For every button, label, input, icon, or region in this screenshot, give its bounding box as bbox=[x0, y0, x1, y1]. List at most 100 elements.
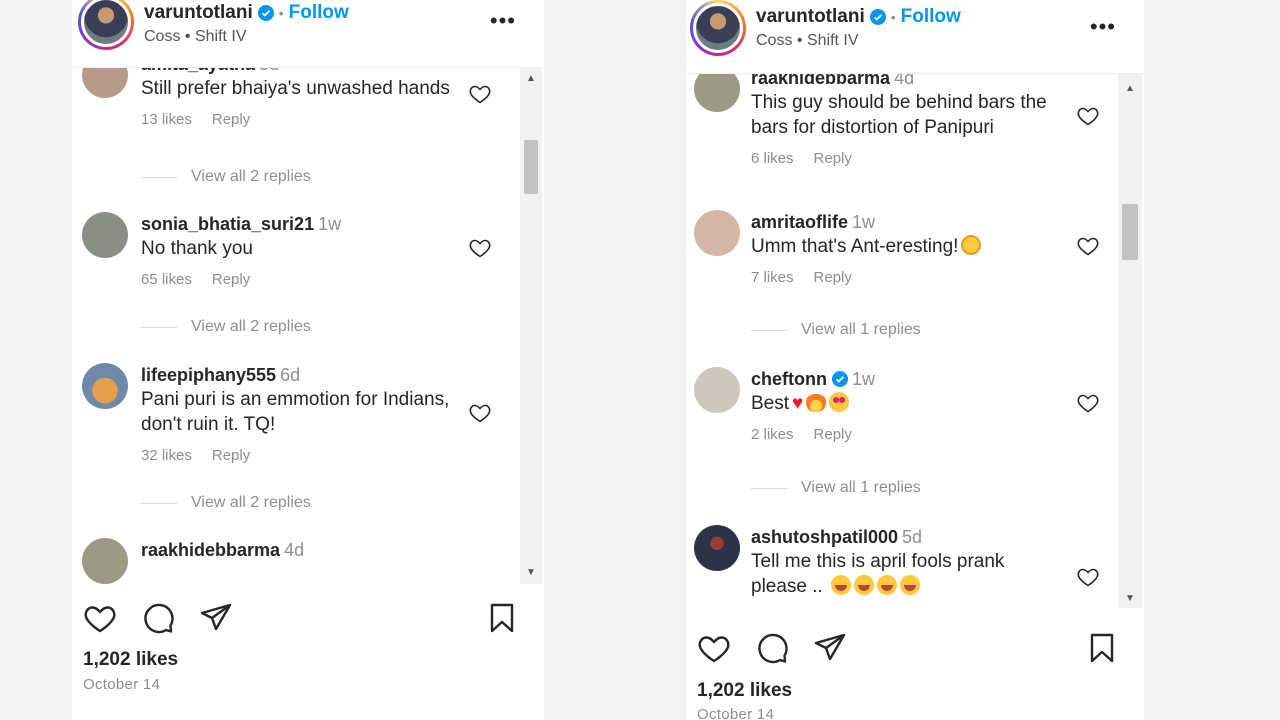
comment-time: 1w bbox=[318, 214, 342, 234]
comment-like-heart-icon[interactable] bbox=[468, 82, 492, 106]
reply-button[interactable]: Reply bbox=[814, 269, 852, 286]
comment-icon[interactable] bbox=[140, 600, 176, 636]
post-panel-left: varuntotlani • Follow Coss • Shift IV ••… bbox=[72, 0, 544, 720]
comment-likes[interactable]: 6 likes bbox=[751, 150, 794, 167]
comment-time: 4d bbox=[894, 74, 915, 88]
bookmark-icon[interactable] bbox=[486, 602, 518, 634]
scrollbar-thumb[interactable] bbox=[1122, 204, 1138, 260]
commenter-username[interactable]: lifeepiphany555 bbox=[141, 365, 276, 385]
commenter-username[interactable]: ashutoshpatil000 bbox=[751, 527, 898, 547]
comment-likes[interactable]: 13 likes bbox=[141, 111, 192, 128]
verified-badge-icon bbox=[869, 9, 886, 25]
comment-like-heart-icon[interactable] bbox=[1076, 104, 1100, 128]
laughing-emoji-icon bbox=[900, 575, 921, 595]
comment-time: 1w bbox=[852, 369, 876, 389]
comment-text: Umm that's Ant-eresting! bbox=[751, 236, 959, 257]
scroll-up-arrow[interactable]: ▲ bbox=[520, 72, 542, 86]
comment-like-heart-icon[interactable] bbox=[1076, 234, 1100, 258]
comment-icon[interactable] bbox=[754, 630, 790, 666]
view-replies-button[interactable]: View all 2 replies bbox=[141, 494, 311, 512]
share-icon[interactable] bbox=[198, 600, 234, 636]
post-likes-count[interactable]: 1,202 likes bbox=[697, 680, 792, 702]
post-date: October 14 bbox=[83, 676, 161, 693]
commenter-avatar[interactable] bbox=[82, 68, 128, 98]
comment-like-heart-icon[interactable] bbox=[468, 401, 492, 425]
author-username[interactable]: varuntotlani bbox=[144, 2, 253, 24]
commenter-username[interactable]: amritaoflife bbox=[751, 212, 848, 232]
heart-eyes-emoji-icon bbox=[829, 392, 850, 412]
comment-time: 1w bbox=[852, 212, 876, 232]
reply-button[interactable]: Reply bbox=[814, 150, 852, 167]
comments-scrollbar[interactable]: ▲ ▼ bbox=[520, 68, 542, 584]
reply-button[interactable]: Reply bbox=[814, 426, 852, 443]
commenter-username[interactable]: sonia_bhatia_suri21 bbox=[141, 214, 314, 234]
comment-likes[interactable]: 7 likes bbox=[751, 269, 794, 286]
comment-likes[interactable]: 2 likes bbox=[751, 426, 794, 443]
more-options-icon[interactable]: ••• bbox=[490, 8, 516, 34]
thinking-emoji-icon bbox=[961, 235, 982, 255]
comment-text: This guy should be behind bars the bars … bbox=[751, 92, 1047, 138]
view-replies-button[interactable]: View all 2 replies bbox=[141, 318, 311, 336]
red-heart-emoji-icon: ♥ bbox=[792, 393, 804, 414]
commenter-avatar[interactable] bbox=[694, 210, 740, 256]
post-date: October 14 bbox=[697, 706, 775, 720]
comment-likes[interactable]: 65 likes bbox=[141, 271, 192, 288]
audio-subtitle[interactable]: Coss • Shift IV bbox=[756, 32, 961, 50]
comments-scrollbar[interactable]: ▲ ▼ bbox=[1118, 74, 1142, 608]
fire-emoji-icon bbox=[806, 392, 827, 412]
more-options-icon[interactable]: ••• bbox=[1090, 14, 1116, 40]
comment-text: Still prefer bhaiya's unwashed hands bbox=[141, 78, 450, 99]
post-panel-right: varuntotlani • Follow Coss • Shift IV ••… bbox=[686, 0, 1144, 720]
comment-time: 6d bbox=[280, 365, 301, 385]
reply-button[interactable]: Reply bbox=[212, 111, 250, 128]
scroll-down-arrow[interactable]: ▼ bbox=[520, 566, 542, 580]
like-heart-icon[interactable] bbox=[82, 600, 118, 636]
follow-button[interactable]: Follow bbox=[289, 2, 349, 24]
comment-like-heart-icon[interactable] bbox=[1076, 565, 1100, 589]
author-avatar[interactable] bbox=[690, 0, 746, 56]
commenter-avatar[interactable] bbox=[694, 74, 740, 112]
commenter-avatar[interactable] bbox=[82, 363, 128, 409]
commenter-avatar[interactable] bbox=[82, 212, 128, 258]
post-actions bbox=[696, 630, 1118, 666]
scroll-up-arrow[interactable]: ▲ bbox=[1118, 82, 1142, 96]
comments-list[interactable]: amita_ayatha 5d Still prefer bhaiya's unw… bbox=[72, 68, 520, 584]
comment-likes[interactable]: 32 likes bbox=[141, 447, 192, 464]
scroll-down-arrow[interactable]: ▼ bbox=[1118, 592, 1142, 606]
verified-badge-icon bbox=[832, 371, 848, 387]
view-replies-button[interactable]: View all 1 replies bbox=[751, 321, 921, 339]
comments-list[interactable]: raakhidebbarma 4d This guy should be behi… bbox=[686, 74, 1118, 608]
post-header: varuntotlani • Follow Coss • Shift IV ••… bbox=[686, 0, 1144, 74]
laughing-emoji-icon bbox=[831, 575, 852, 595]
post-likes-count[interactable]: 1,202 likes bbox=[83, 649, 178, 671]
comment-time: 4d bbox=[284, 540, 305, 560]
author-avatar[interactable] bbox=[78, 0, 134, 50]
comment-time: 5d bbox=[259, 68, 279, 74]
post-actions bbox=[82, 600, 518, 636]
commenter-username[interactable]: raakhidebbarma bbox=[141, 540, 280, 560]
commenter-avatar[interactable] bbox=[694, 525, 740, 571]
laughing-emoji-icon bbox=[877, 575, 898, 595]
scrollbar-thumb[interactable] bbox=[524, 140, 538, 194]
comment-like-heart-icon[interactable] bbox=[468, 236, 492, 260]
share-icon[interactable] bbox=[812, 630, 848, 666]
reply-button[interactable]: Reply bbox=[212, 447, 250, 464]
comment-like-heart-icon[interactable] bbox=[1076, 391, 1100, 415]
commenter-avatar[interactable] bbox=[82, 538, 128, 584]
laughing-emoji-icon bbox=[854, 575, 875, 595]
audio-subtitle[interactable]: Coss • Shift IV bbox=[144, 28, 349, 46]
commenter-username[interactable]: amita_ayatha bbox=[141, 68, 255, 74]
comment-text: No thank you bbox=[141, 238, 253, 259]
commenter-username[interactable]: cheftonn bbox=[751, 369, 827, 389]
view-replies-button[interactable]: View all 2 replies bbox=[141, 168, 311, 186]
bookmark-icon[interactable] bbox=[1086, 632, 1118, 664]
like-heart-icon[interactable] bbox=[696, 630, 732, 666]
follow-button[interactable]: Follow bbox=[901, 6, 961, 28]
view-replies-button[interactable]: View all 1 replies bbox=[751, 479, 921, 497]
post-header: varuntotlani • Follow Coss • Shift IV ••… bbox=[72, 0, 544, 68]
verified-badge-icon bbox=[257, 5, 274, 21]
author-username[interactable]: varuntotlani bbox=[756, 6, 865, 28]
reply-button[interactable]: Reply bbox=[212, 271, 250, 288]
commenter-username[interactable]: raakhidebbarma bbox=[751, 74, 890, 88]
commenter-avatar[interactable] bbox=[694, 367, 740, 413]
